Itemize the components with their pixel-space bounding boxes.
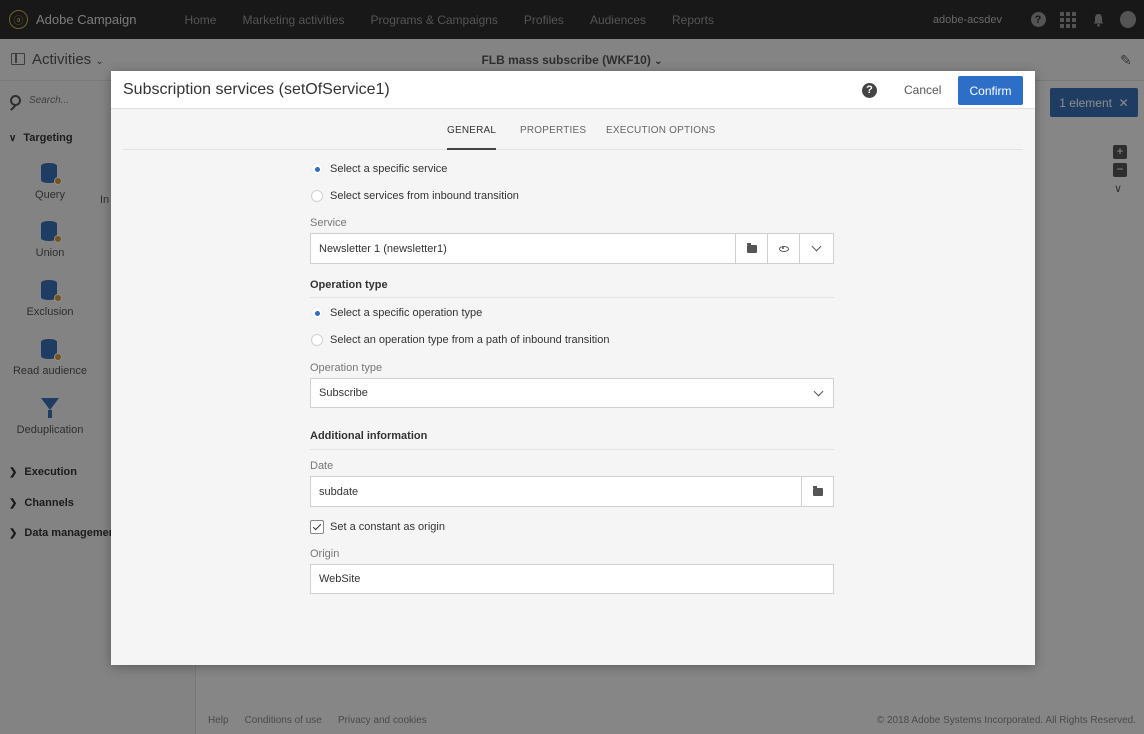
help-icon[interactable]: ?	[862, 83, 877, 98]
radio-button[interactable]	[311, 334, 323, 346]
radio-label: Select an operation type from a path of …	[330, 334, 610, 346]
origin-field[interactable]: WebSite	[310, 564, 834, 594]
service-field[interactable]: Newsletter 1 (newsletter1)	[310, 233, 834, 264]
browse-folder-button[interactable]	[735, 234, 767, 263]
dialog-header: Subscription services (setOfService1) ? …	[111, 71, 1035, 109]
radio-label: Select a specific service	[330, 163, 448, 175]
radio-button[interactable]	[311, 190, 323, 202]
tab-execution-options[interactable]: EXECUTION OPTIONS	[606, 125, 716, 136]
section-divider	[310, 449, 834, 450]
operation-type-select[interactable]: Subscribe	[310, 378, 834, 408]
radio-inbound-services[interactable]: Select services from inbound transition	[310, 190, 519, 202]
chevron-down-icon	[803, 386, 833, 396]
dialog-tabs: GENERAL PROPERTIES EXECUTION OPTIONS	[123, 109, 1023, 150]
checkbox-label: Set a constant as origin	[330, 521, 445, 533]
operation-type-value: Subscribe	[319, 387, 368, 399]
service-dropdown-button[interactable]	[799, 234, 833, 263]
section-divider	[310, 297, 834, 298]
additional-info-section-title: Additional information	[310, 430, 428, 442]
preview-button[interactable]	[767, 234, 799, 263]
radio-label: Select services from inbound transition	[330, 190, 519, 202]
radio-button-selected[interactable]	[311, 307, 323, 319]
date-label: Date	[310, 460, 334, 472]
radio-label: Select a specific operation type	[330, 307, 483, 319]
date-field[interactable]: subdate	[310, 476, 834, 507]
tab-properties[interactable]: PROPERTIES	[520, 125, 586, 136]
dialog-title: Subscription services (setOfService1)	[123, 81, 390, 98]
checkmark-icon	[312, 521, 322, 531]
constant-origin-checkbox[interactable]	[310, 520, 324, 534]
constant-origin-checkbox-row[interactable]: Set a constant as origin	[310, 520, 445, 534]
origin-value: WebSite	[319, 573, 361, 585]
radio-button-selected[interactable]	[311, 163, 323, 175]
radio-operation-from-path[interactable]: Select an operation type from a path of …	[310, 334, 609, 346]
folder-icon	[812, 485, 823, 496]
date-value: subdate	[319, 485, 359, 498]
date-browse-button[interactable]	[801, 477, 833, 506]
eye-icon	[778, 245, 789, 252]
chevron-down-icon	[811, 241, 822, 252]
service-value: Newsletter 1 (newsletter1)	[319, 242, 447, 255]
radio-specific-operation[interactable]: Select a specific operation type	[310, 307, 482, 319]
service-label: Service	[310, 217, 347, 229]
radio-specific-service[interactable]: Select a specific service	[310, 163, 447, 175]
cancel-button[interactable]: Cancel	[904, 83, 941, 97]
operation-section-title: Operation type	[310, 279, 388, 291]
origin-label: Origin	[310, 548, 340, 560]
folder-icon	[746, 242, 757, 253]
subscription-services-dialog: Subscription services (setOfService1) ? …	[111, 71, 1035, 665]
operation-type-label: Operation type	[310, 362, 383, 374]
tab-general[interactable]: GENERAL	[447, 125, 497, 150]
confirm-button[interactable]: Confirm	[958, 76, 1023, 105]
